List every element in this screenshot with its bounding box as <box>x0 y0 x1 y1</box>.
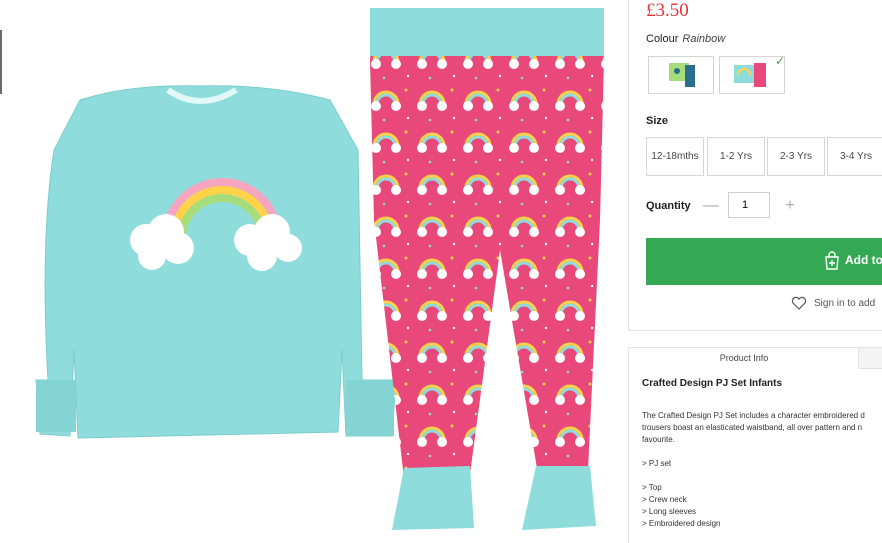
swatch-dinosaur-thumbnail <box>669 63 695 87</box>
colour-label-text: Colour <box>646 33 679 45</box>
add-to-bag-label: Add to <box>845 253 882 267</box>
swatch-rainbow[interactable]: ✓ <box>719 54 785 94</box>
bag-plus-icon <box>825 251 839 270</box>
quantity-input[interactable] <box>728 192 770 218</box>
wishlist-text: Sign in to add <box>814 297 876 309</box>
bullet-item: > Crew neck <box>642 495 687 504</box>
size-label: Size <box>646 115 669 127</box>
image-frame-edge <box>0 30 2 94</box>
quantity-label: Quantity <box>646 200 691 212</box>
size-option-3-4-yrs[interactable]: 3-4 Yrs <box>827 137 882 176</box>
quantity-increase-button[interactable]: + <box>782 196 798 216</box>
size-option-2-3-yrs[interactable]: 2-3 Yrs <box>767 137 825 176</box>
product-bullets: > PJ set > Top > Crew neck > Long sleeve… <box>642 458 721 530</box>
size-option-12-18mths[interactable]: 12-18mths <box>646 137 704 176</box>
description-line: trousers boast an elasticated waistband,… <box>642 423 863 432</box>
swatch-dinosaur[interactable] <box>648 56 714 94</box>
colour-value: Rainbow <box>682 33 726 45</box>
quantity-decrease-button[interactable]: — <box>703 196 719 216</box>
colour-label: Colour Rainbow <box>646 33 725 45</box>
size-option-1-2-yrs[interactable]: 1-2 Yrs <box>707 137 765 176</box>
bullet-item: > PJ set <box>642 459 672 468</box>
bullet-item: > Long sleeves <box>642 507 697 516</box>
selected-check-icon: ✓ <box>774 54 785 68</box>
heart-plus-icon <box>791 296 807 310</box>
product-image[interactable] <box>0 0 628 542</box>
description-line: The Crafted Design PJ Set includes a cha… <box>642 411 865 420</box>
pyjama-set-illustration <box>35 8 604 530</box>
tab-product-info[interactable]: Product Info <box>630 348 859 368</box>
bullet-item: > Top <box>642 483 662 492</box>
product-description: The Crafted Design PJ Set includes a cha… <box>642 410 882 446</box>
price: £3.50 <box>646 0 689 21</box>
bullet-item: > Embroidered design <box>642 519 721 528</box>
add-to-bag-button[interactable]: Add to <box>646 238 882 285</box>
description-line: favourite. <box>642 435 675 444</box>
wishlist-link[interactable]: Sign in to add <box>791 296 875 310</box>
tab-secondary[interactable] <box>859 348 882 369</box>
product-title: Crafted Design PJ Set Infants <box>642 378 783 389</box>
